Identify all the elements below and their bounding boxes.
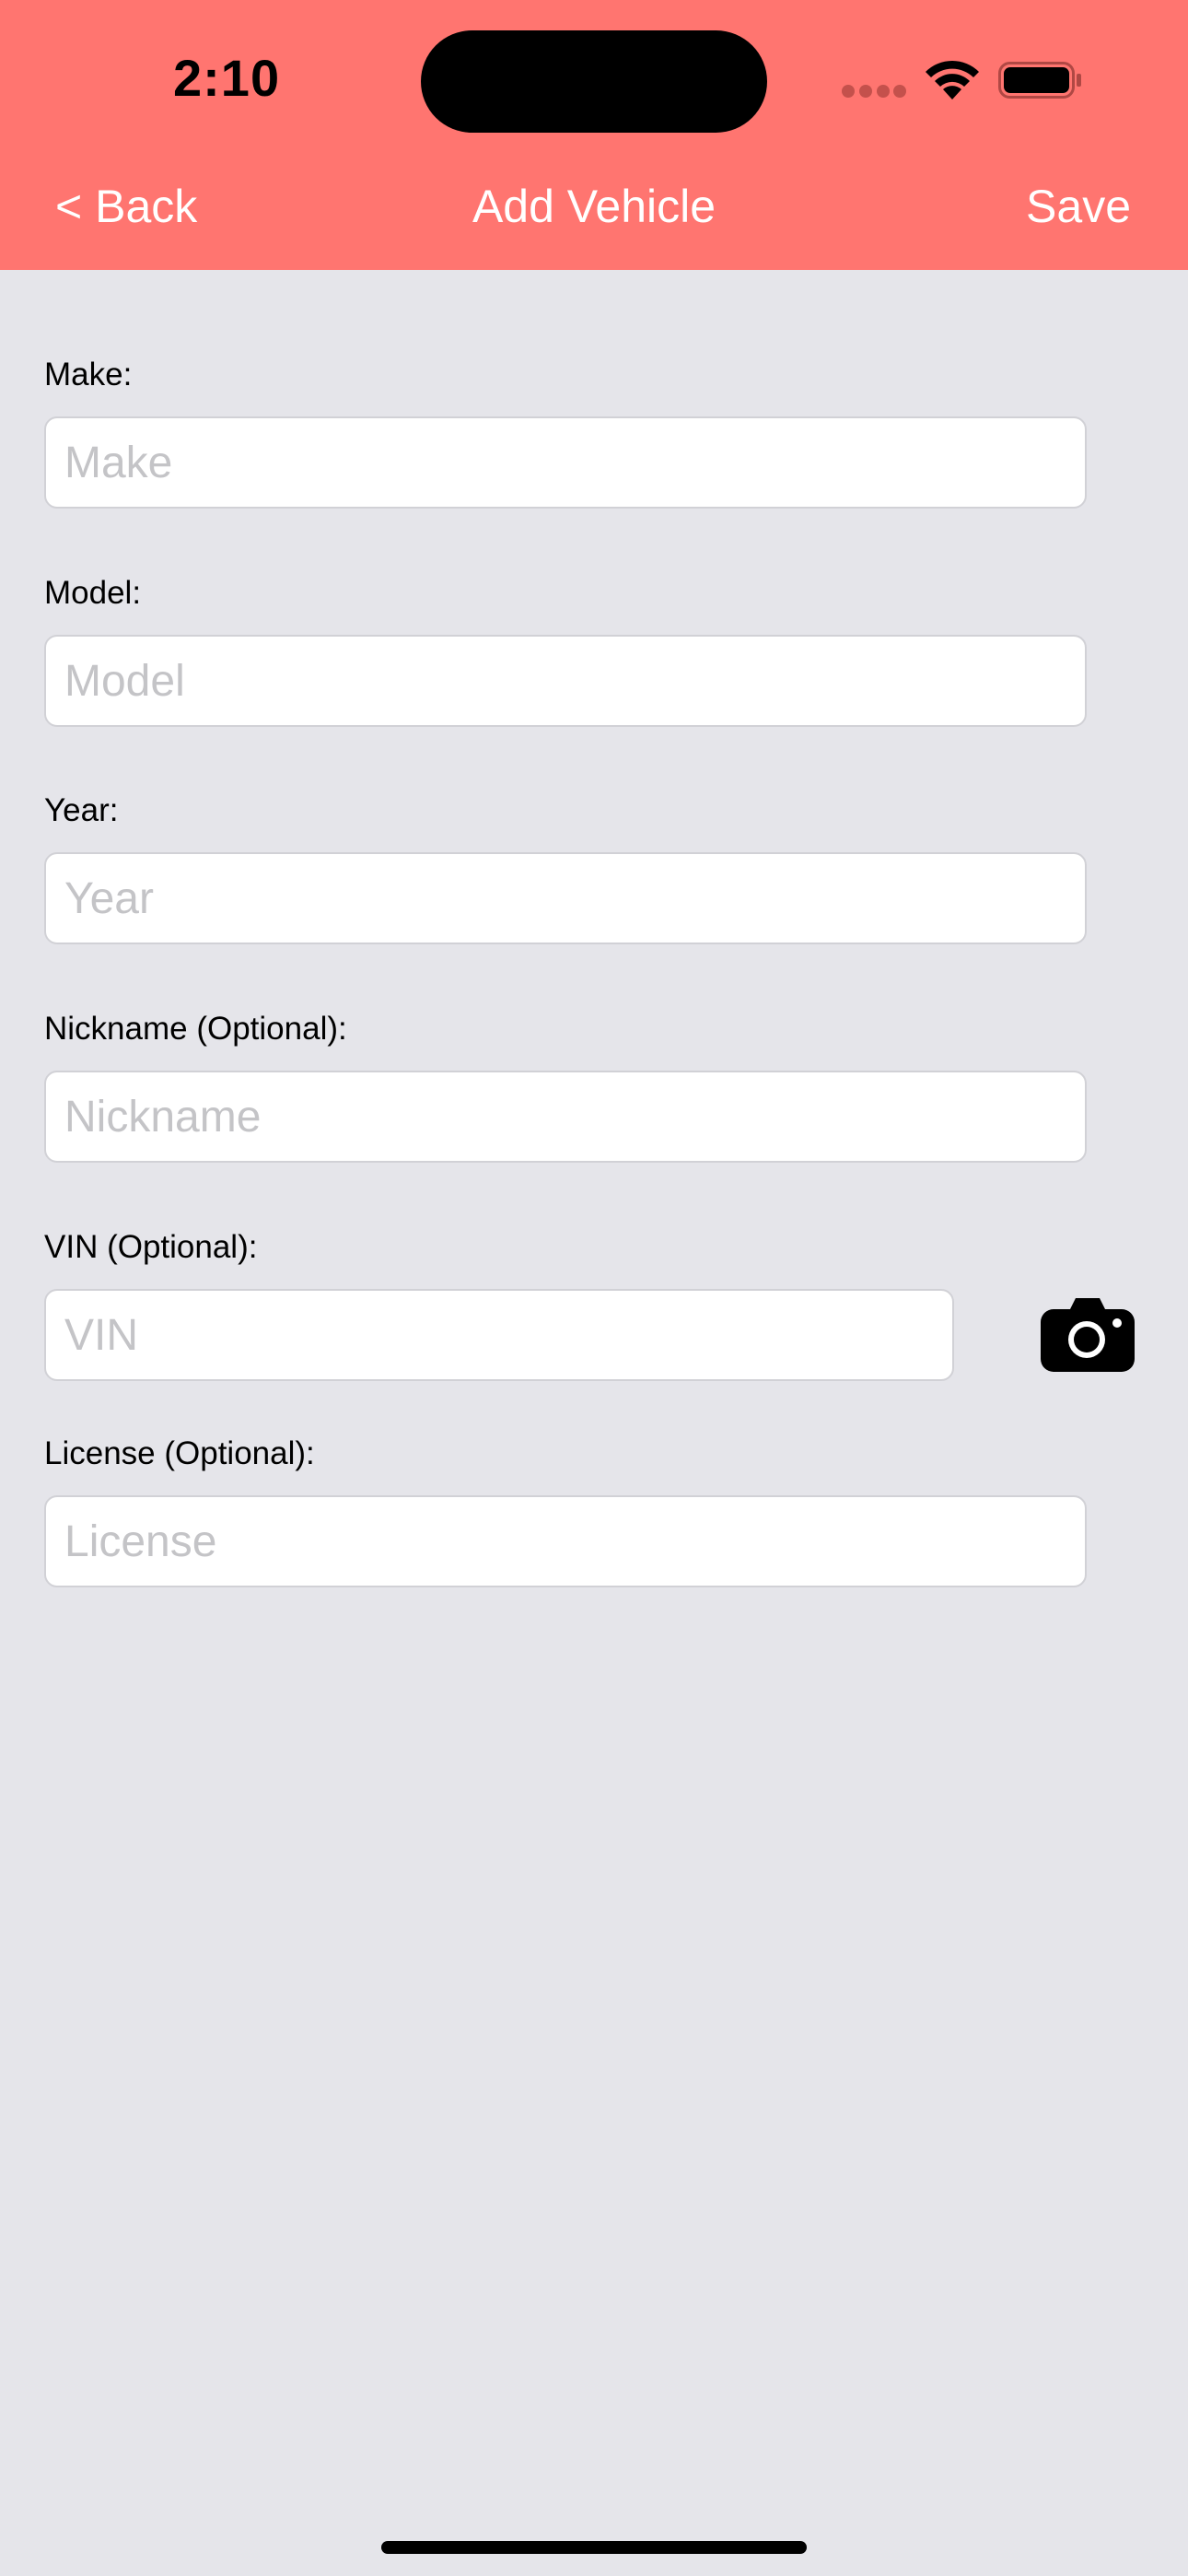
save-button[interactable]: Save [1026, 180, 1131, 233]
dynamic-island [421, 30, 767, 133]
page-title: Add Vehicle [472, 181, 716, 232]
year-label: Year: [44, 792, 119, 828]
license-input[interactable] [44, 1495, 1087, 1587]
navigation-header: 2:10 < Back Add Vehicle Save [0, 0, 1188, 270]
home-indicator[interactable] [381, 2541, 807, 2554]
make-label: Make: [44, 357, 133, 392]
vin-label: VIN (Optional): [44, 1229, 258, 1265]
license-label: License (Optional): [44, 1435, 315, 1471]
make-input[interactable] [44, 416, 1087, 509]
wifi-icon [926, 60, 979, 100]
nickname-label: Nickname (Optional): [44, 1011, 347, 1047]
battery-icon [998, 62, 1081, 99]
nickname-input[interactable] [44, 1071, 1087, 1163]
camera-icon[interactable] [1041, 1296, 1135, 1372]
cellular-signal-icon [842, 85, 906, 98]
vin-input[interactable] [44, 1289, 954, 1381]
status-bar-time: 2:10 [173, 49, 281, 107]
model-input[interactable] [44, 635, 1087, 727]
model-label: Model: [44, 575, 142, 611]
year-input[interactable] [44, 852, 1087, 944]
